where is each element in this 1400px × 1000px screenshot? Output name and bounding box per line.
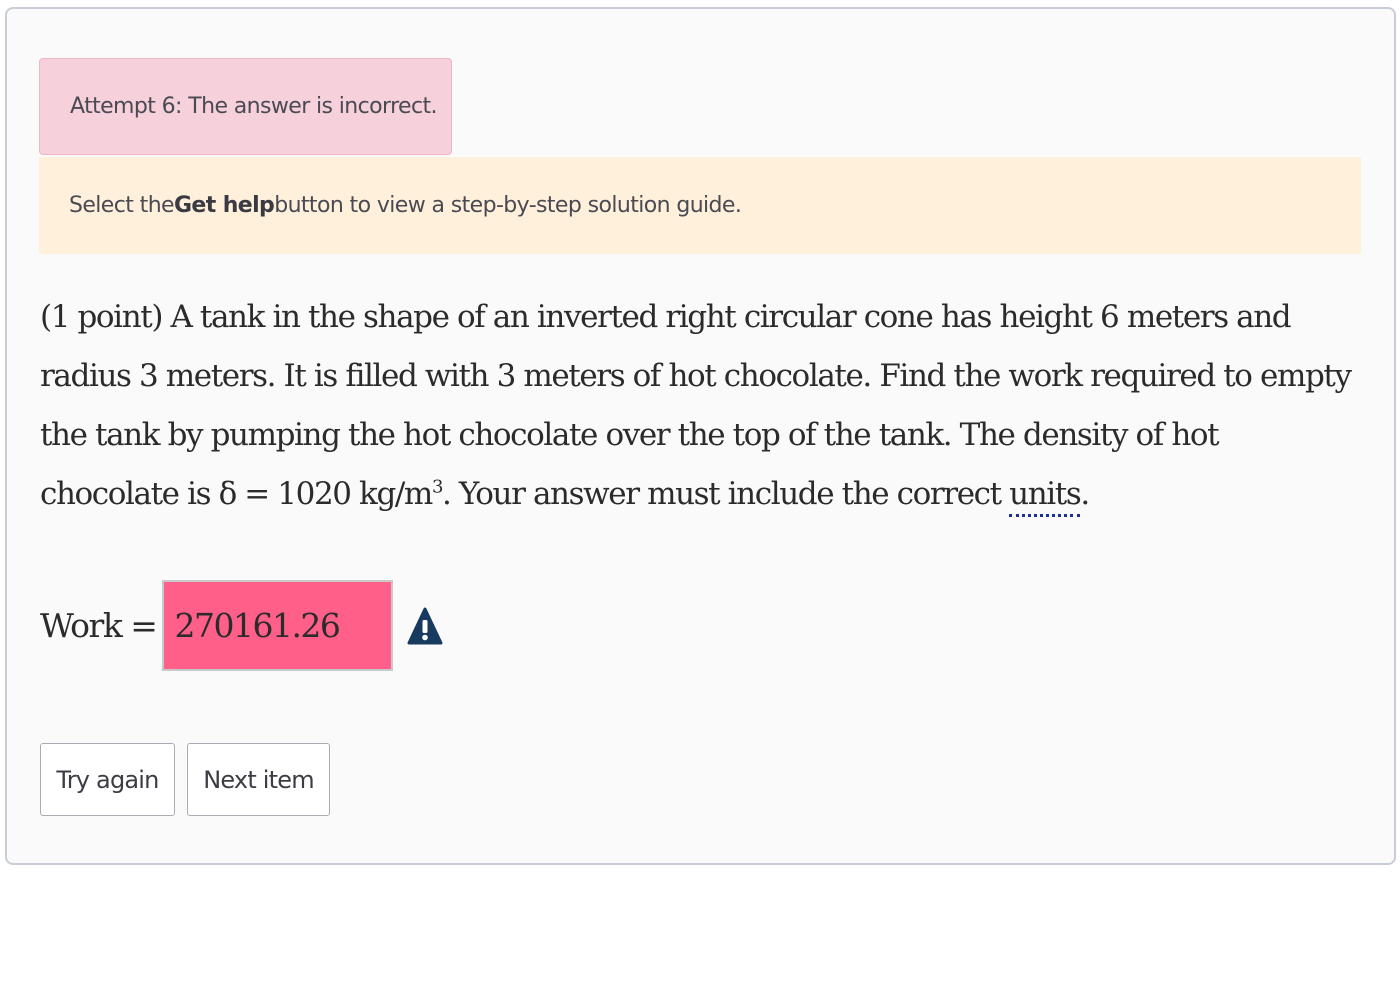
answer-row: Work = xyxy=(40,580,443,671)
density-exponent: 3 xyxy=(431,476,443,498)
incorrect-answer-alert: Attempt 6: The answer is incorrect. xyxy=(39,58,452,155)
problem-text-end: . xyxy=(1080,476,1090,512)
units-help-link[interactable]: units xyxy=(1009,476,1082,517)
work-answer-input[interactable] xyxy=(162,580,394,671)
incorrect-answer-text: Attempt 6: The answer is incorrect. xyxy=(70,94,437,119)
density-expression: δ = 1020 kg/m3 xyxy=(218,476,444,512)
try-again-button[interactable]: Try again xyxy=(40,743,175,816)
problem-points: (1 point) xyxy=(40,299,163,335)
get-help-hint-alert: Select the Get help button to view a ste… xyxy=(39,157,1361,254)
next-item-button[interactable]: Next item xyxy=(187,743,330,816)
density-math: δ = 1020 kg/m xyxy=(218,476,434,512)
hint-text-prefix: Select the xyxy=(69,193,175,218)
work-label: Work = xyxy=(40,606,158,645)
problem-statement: (1 point) A tank in the shape of an inve… xyxy=(40,288,1360,524)
problem-text-2: . Your answer must include the correct xyxy=(442,476,1010,512)
hint-get-help-bold: Get help xyxy=(173,193,275,218)
warning-triangle-icon[interactable] xyxy=(407,606,443,646)
hint-text-suffix: button to view a step-by-step solution g… xyxy=(274,193,742,218)
